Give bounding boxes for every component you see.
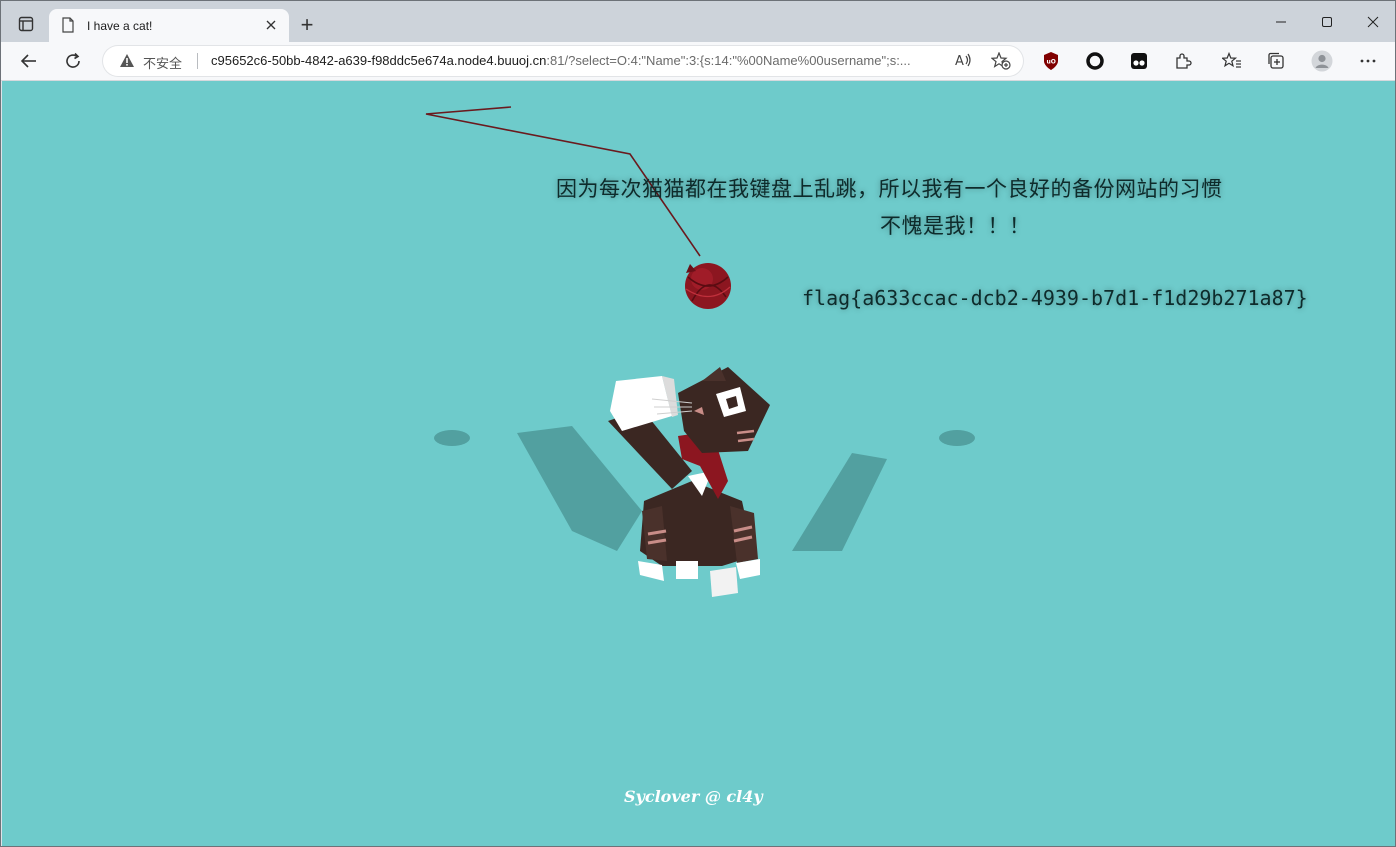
extensions-icon[interactable]	[1172, 50, 1194, 72]
reload-icon[interactable]	[59, 48, 87, 74]
collections-icon[interactable]	[1265, 50, 1287, 72]
profile-icon[interactable]	[1311, 50, 1333, 72]
circle-extension-icon[interactable]	[1084, 50, 1106, 72]
add-favorite-icon[interactable]	[990, 51, 1011, 75]
warning-icon[interactable]	[119, 53, 135, 73]
cat	[608, 367, 770, 597]
minimize-icon[interactable]	[1258, 1, 1304, 42]
address-bar[interactable]: 不安全 c95652c6-50bb-4842-a639-f98ddc5e674a…	[103, 46, 1023, 76]
svg-text:A: A	[955, 54, 964, 68]
more-icon[interactable]	[1357, 50, 1379, 72]
tampermonkey-icon[interactable]	[1128, 50, 1150, 72]
ublock-icon[interactable]: uO	[1040, 50, 1062, 72]
back-icon[interactable]	[15, 48, 43, 74]
yarn-ball	[685, 263, 731, 309]
message-line-2: 不愧是我！！！	[880, 214, 1031, 238]
maximize-icon[interactable]	[1304, 1, 1350, 42]
window-close-icon[interactable]	[1350, 1, 1395, 42]
tab-strip: I have a cat! +	[1, 1, 1395, 42]
url-rest: :81/?select=O:4:"Name":3:{s:14:"%00Name%…	[546, 53, 911, 68]
url-text[interactable]: c95652c6-50bb-4842-a639-f98ddc5e674a.nod…	[211, 53, 946, 68]
svg-text:uO: uO	[1047, 59, 1056, 66]
close-icon[interactable]	[263, 17, 279, 33]
favorites-icon[interactable]	[1221, 50, 1243, 72]
footer-credit: Syclover @ cl4y	[624, 787, 763, 806]
url-host: c95652c6-50bb-4842-a639-f98ddc5e674a.nod…	[211, 53, 547, 68]
security-label[interactable]: 不安全	[143, 53, 182, 72]
message-line-1: 因为每次猫猫都在我键盘上乱跳，所以我有一个良好的备份网站的习惯	[556, 177, 1223, 201]
page-viewport: 因为每次猫猫都在我键盘上乱跳，所以我有一个良好的备份网站的习惯 不愧是我！！！ …	[2, 81, 1395, 846]
sidebar-icon[interactable]	[13, 11, 39, 37]
tab-title: I have a cat!	[87, 19, 153, 33]
read-aloud-icon[interactable]: A	[955, 52, 973, 71]
toolbar: 不安全 c95652c6-50bb-4842-a639-f98ddc5e674a…	[1, 42, 1395, 81]
page-icon	[61, 17, 75, 38]
tab-active[interactable]: I have a cat!	[49, 9, 289, 42]
browser-window: I have a cat! + 不安全 c95652c6-50bb-4842-a…	[0, 0, 1396, 847]
flag-text: flag{a633ccac-dcb2-4939-b7d1-f1d29b271a8…	[802, 286, 1308, 310]
new-tab-button[interactable]: +	[295, 13, 319, 37]
address-separator	[197, 53, 198, 69]
